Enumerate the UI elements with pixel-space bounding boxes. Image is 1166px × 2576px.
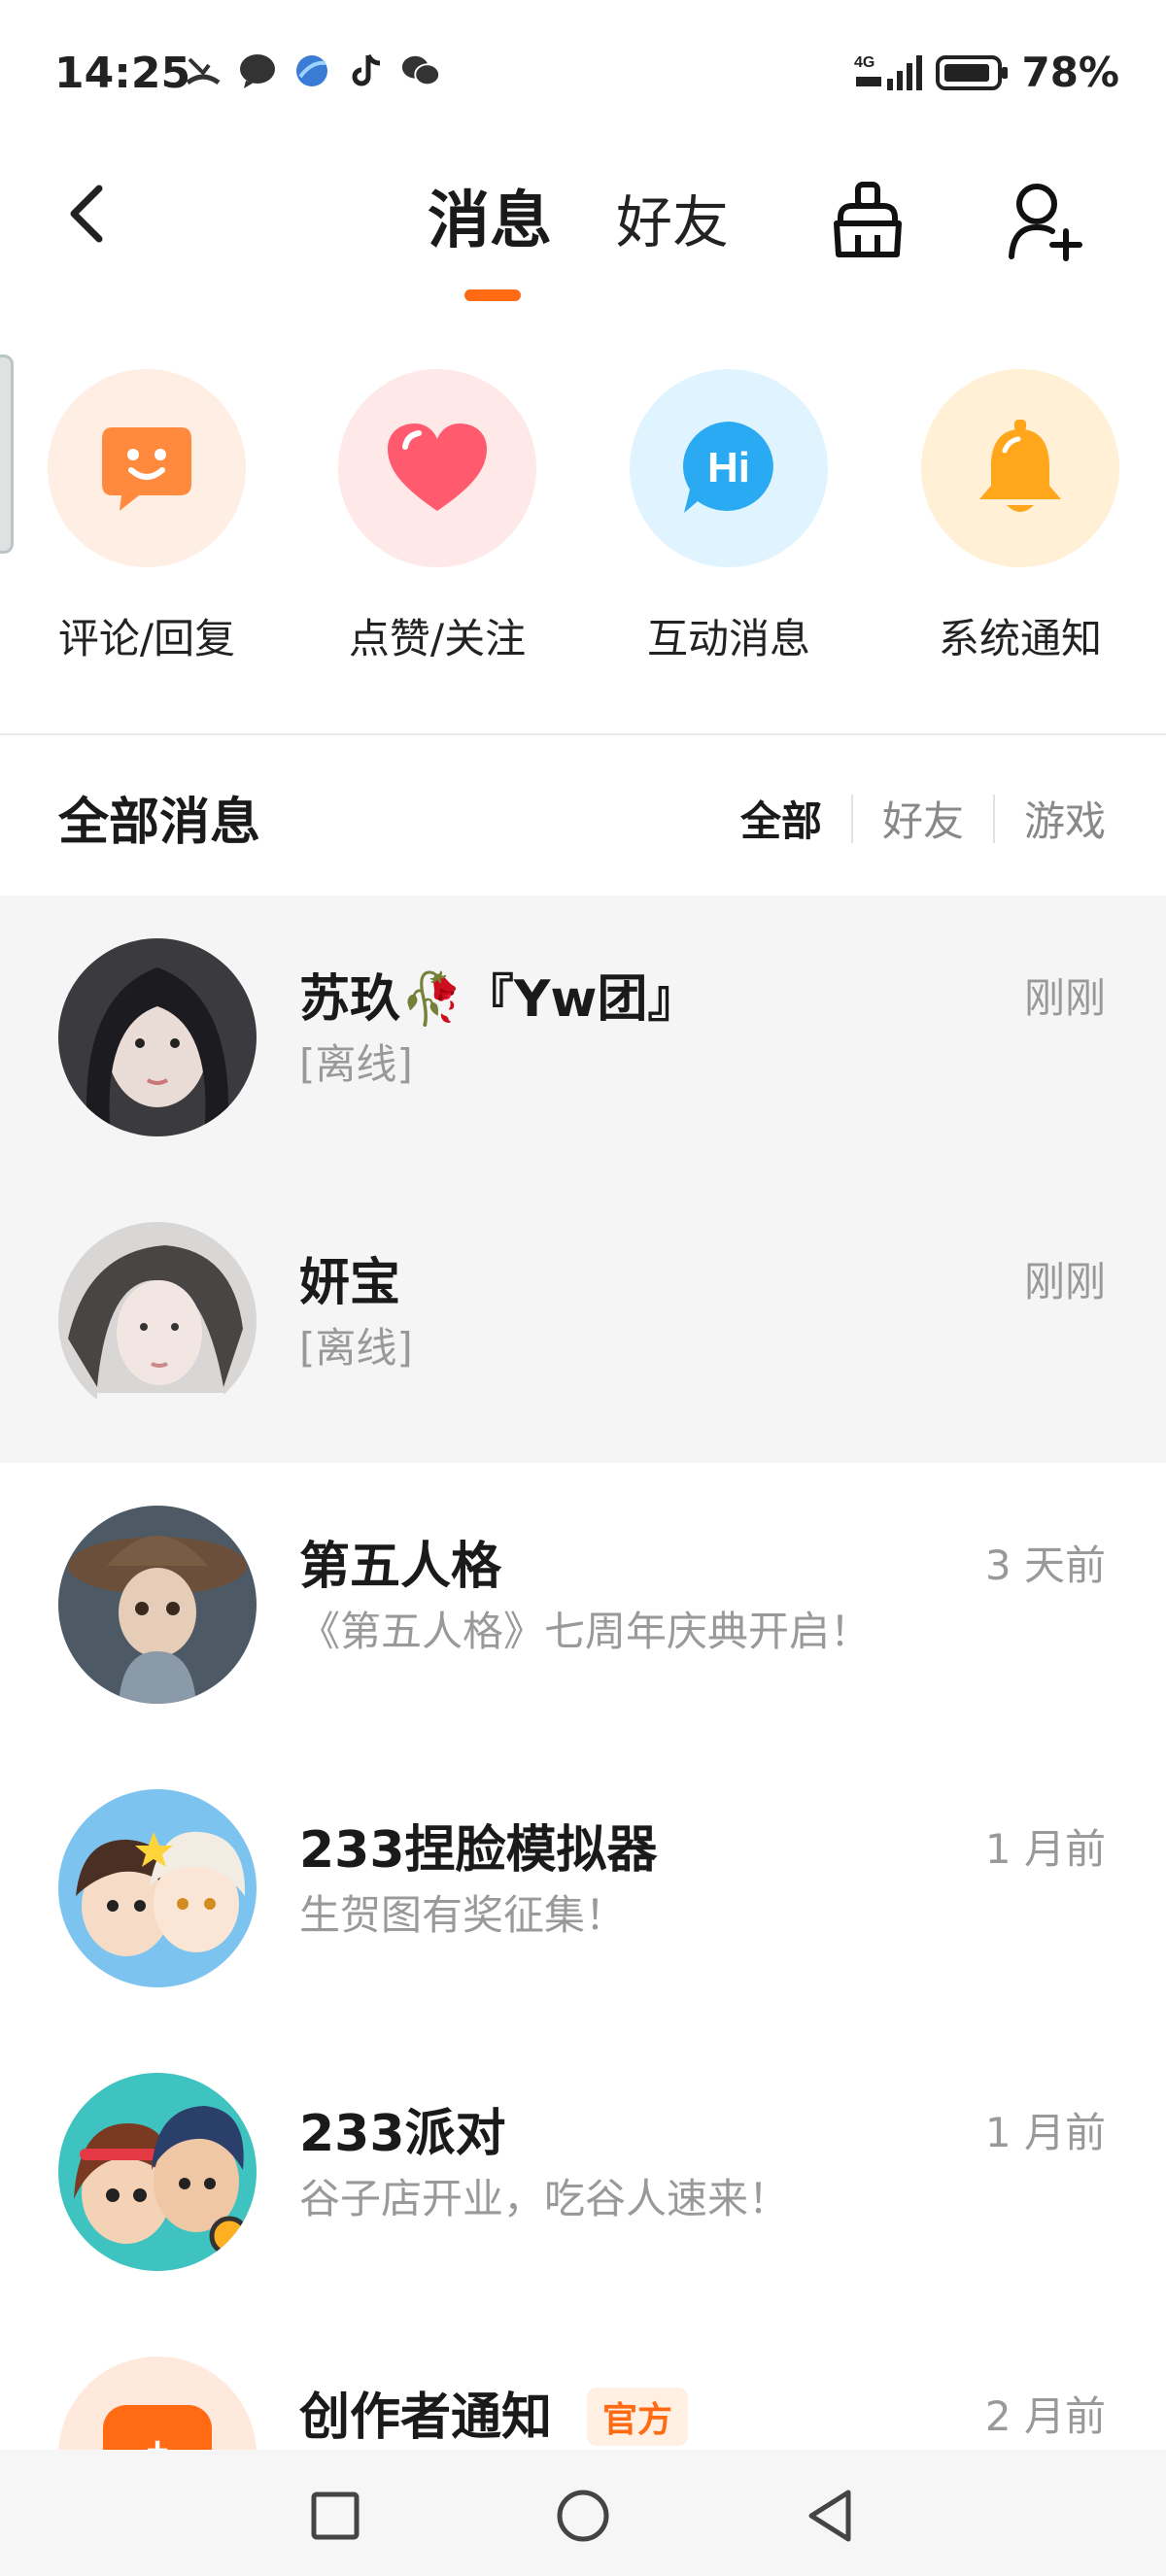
comment-smile-icon bbox=[48, 369, 246, 567]
message-preview: [离线] bbox=[299, 1040, 413, 1088]
section-title: 全部消息 bbox=[58, 794, 261, 852]
back-button[interactable] bbox=[56, 175, 115, 253]
message-preview: 《第五人格》七周年庆典开启！ bbox=[299, 1608, 872, 1655]
tab-friends[interactable]: 好友 bbox=[616, 177, 729, 258]
chat-bubble-icon bbox=[237, 51, 278, 91]
missed-call-icon bbox=[183, 51, 223, 91]
category-system[interactable]: 系统通知 bbox=[913, 369, 1127, 665]
back-nav-button[interactable] bbox=[792, 2477, 870, 2555]
avatar bbox=[58, 2073, 257, 2271]
message-categories: 评论/回复 点赞/关注 Hi 互动消息 系统通知 bbox=[0, 369, 1166, 680]
category-likes[interactable]: 点赞/关注 bbox=[330, 369, 544, 665]
category-label: 互动消息 bbox=[646, 615, 810, 662]
status-bar: 14:25 4G 78% bbox=[0, 0, 1166, 146]
message-name: 创作者通知 官方 bbox=[299, 2376, 689, 2450]
browser-icon bbox=[292, 51, 332, 91]
message-filters: 全部 好友 游戏 bbox=[711, 789, 1106, 848]
hi-bubble-icon: Hi bbox=[630, 369, 828, 567]
battery-icon bbox=[936, 54, 1009, 90]
top-nav: 消息 好友 bbox=[0, 146, 1166, 311]
message-preview: [离线] bbox=[299, 1324, 413, 1372]
home-button[interactable] bbox=[544, 2477, 622, 2555]
add-user-icon bbox=[1009, 184, 1082, 261]
message-name: 第五人格 bbox=[299, 1538, 502, 1596]
status-right: 4G 78% bbox=[854, 49, 1119, 96]
avatar bbox=[58, 1506, 257, 1704]
message-name: 苏玖🥀『Yw团』 bbox=[299, 970, 699, 1029]
list-item[interactable]: 妍宝 [离线] 刚刚 bbox=[0, 1179, 1166, 1463]
list-item[interactable]: 苏玖🥀『Yw团』 [离线] 刚刚 bbox=[0, 896, 1166, 1179]
category-label: 系统通知 bbox=[938, 615, 1102, 662]
circle-icon bbox=[557, 2490, 609, 2542]
list-item[interactable]: 233捏脸模拟器 生贺图有奖征集！ 1 月前 bbox=[0, 1746, 1166, 2030]
battery-percent: 78% bbox=[1021, 49, 1119, 96]
active-tab-indicator bbox=[464, 289, 521, 301]
category-label: 评论/回复 bbox=[57, 615, 236, 662]
status-time: 14:25 bbox=[54, 49, 191, 98]
message-name: 妍宝 bbox=[299, 1254, 401, 1312]
tiktok-icon bbox=[346, 51, 387, 91]
heart-icon bbox=[338, 369, 536, 567]
message-time: 1 月前 bbox=[984, 2109, 1106, 2156]
message-list: 苏玖🥀『Yw团』 [离线] 刚刚 妍宝 [离线] 刚刚 第五人格 《第五人格》七… bbox=[0, 896, 1166, 2576]
message-name: 233捏脸模拟器 bbox=[299, 1821, 658, 1880]
message-time: 3 天前 bbox=[984, 1542, 1106, 1589]
message-preview: 谷子店开业，吃谷人速来！ bbox=[299, 2175, 790, 2222]
category-interactions[interactable]: Hi 互动消息 bbox=[622, 369, 836, 665]
message-time: 刚刚 bbox=[1023, 974, 1106, 1022]
official-badge: 官方 bbox=[587, 2388, 689, 2446]
message-preview: 生贺图有奖征集！ bbox=[299, 1891, 627, 1939]
tab-messages[interactable]: 消息 bbox=[428, 171, 552, 260]
list-item[interactable]: 第五人格 《第五人格》七周年庆典开启！ 3 天前 bbox=[0, 1463, 1166, 1746]
avatar bbox=[58, 1222, 257, 1420]
broom-icon bbox=[834, 182, 902, 257]
category-comments[interactable]: 评论/回复 bbox=[40, 369, 254, 665]
network-type: 4G bbox=[854, 54, 874, 71]
filter-games[interactable]: 游戏 bbox=[995, 789, 1106, 848]
triangle-back-icon bbox=[808, 2490, 851, 2542]
message-time: 1 月前 bbox=[984, 1825, 1106, 1873]
svg-text:Hi: Hi bbox=[707, 444, 750, 491]
wechat-icon bbox=[400, 51, 441, 91]
avatar bbox=[58, 1789, 257, 1987]
message-name-text: 创作者通知 bbox=[299, 2389, 553, 2447]
section-header: 全部消息 全部 好友 游戏 bbox=[0, 758, 1166, 874]
filter-all[interactable]: 全部 bbox=[711, 789, 851, 848]
square-icon bbox=[311, 2491, 360, 2540]
divider bbox=[0, 733, 1166, 735]
clear-messages-button[interactable] bbox=[824, 173, 911, 270]
chevron-left-icon bbox=[70, 185, 103, 243]
bell-icon bbox=[921, 369, 1119, 567]
avatar bbox=[58, 938, 257, 1136]
recents-button[interactable] bbox=[296, 2477, 374, 2555]
message-time: 2 月前 bbox=[984, 2392, 1106, 2440]
message-time: 刚刚 bbox=[1023, 1258, 1106, 1305]
category-label: 点赞/关注 bbox=[348, 615, 527, 662]
add-friend-button[interactable] bbox=[1001, 173, 1088, 270]
filter-friends[interactable]: 好友 bbox=[853, 789, 993, 848]
system-navigation-bar bbox=[0, 2450, 1166, 2576]
notification-icons bbox=[183, 51, 441, 91]
message-name: 233派对 bbox=[299, 2105, 506, 2163]
signal-icon: 4G bbox=[854, 54, 923, 90]
list-item[interactable]: 233派对 谷子店开业，吃谷人速来！ 1 月前 bbox=[0, 2030, 1166, 2314]
